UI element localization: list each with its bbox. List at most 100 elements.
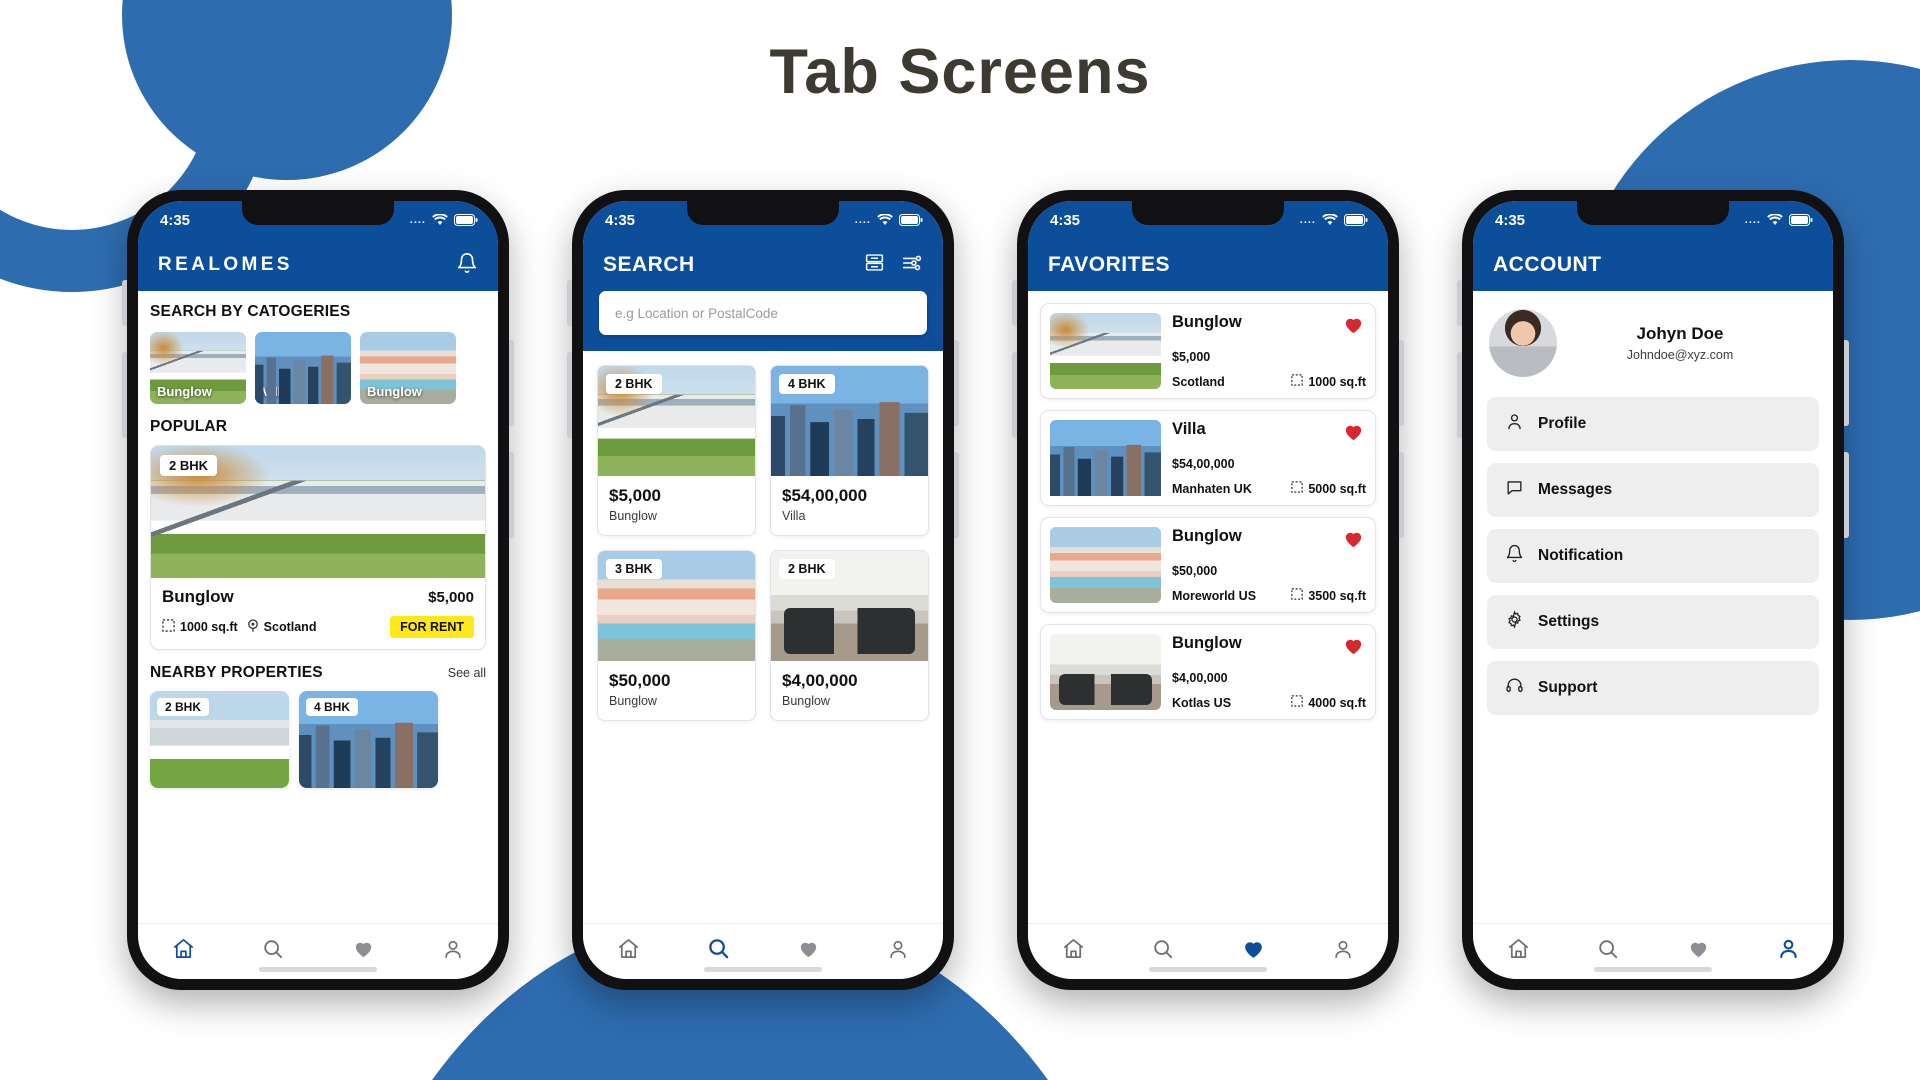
nav-search-icon[interactable] xyxy=(697,931,739,967)
search-result-card-3[interactable]: 2 BHK $4,00,000 Bunglow xyxy=(770,550,929,721)
nav-account-icon[interactable] xyxy=(1322,931,1364,967)
nav-favorites-icon[interactable] xyxy=(1677,931,1719,967)
heart-filled-icon[interactable] xyxy=(1341,527,1366,555)
property-image xyxy=(1050,634,1161,710)
app-bar-account: ACCOUNT xyxy=(1473,239,1833,291)
heart-filled-icon[interactable] xyxy=(1341,634,1366,662)
menu-item-settings[interactable]: Settings xyxy=(1487,595,1819,649)
menu-item-support[interactable]: Support xyxy=(1487,661,1819,715)
menu-item-profile[interactable]: Profile xyxy=(1487,397,1819,451)
wifi-icon xyxy=(432,214,448,226)
property-location: Scotland xyxy=(247,618,316,636)
heart-filled-icon[interactable] xyxy=(1341,313,1366,341)
heart-filled-icon[interactable] xyxy=(1341,420,1366,448)
popular-property-image: 2 BHK xyxy=(151,446,485,578)
wifi-icon xyxy=(1767,214,1783,226)
account-header: Johyn Doe Johndoe@xyz.com xyxy=(1473,291,1833,393)
filter-sliders-icon[interactable] xyxy=(901,252,923,279)
chat-bubble-icon xyxy=(1505,478,1524,502)
popular-title: POPULAR xyxy=(150,418,228,435)
nav-favorites-icon[interactable] xyxy=(787,931,829,967)
wifi-icon xyxy=(877,214,893,226)
see-all-link[interactable]: See all xyxy=(448,666,486,680)
categories-row: Bunglow Villa Bunglow xyxy=(150,332,486,404)
search-result-card-2[interactable]: 3 BHK $50,000 Bunglow xyxy=(597,550,756,721)
property-area: 5000 sq.ft xyxy=(1291,481,1366,496)
property-location: Manhaten UK xyxy=(1172,481,1252,496)
nav-search-icon[interactable] xyxy=(252,931,294,967)
signal-icon: .... xyxy=(1299,214,1316,226)
avatar[interactable] xyxy=(1489,309,1557,377)
property-name: Bunglow xyxy=(1172,634,1242,652)
gear-icon xyxy=(1505,610,1524,634)
menu-label: Messages xyxy=(1538,481,1613,498)
phone-notch xyxy=(1132,201,1284,225)
home-indicator xyxy=(1149,967,1267,972)
category-card-2[interactable]: Bunglow xyxy=(360,332,456,404)
search-result-card-1[interactable]: 4 BHK $54,00,000 Villa xyxy=(770,365,929,536)
nav-account-icon[interactable] xyxy=(432,931,474,967)
property-price: $5,000 xyxy=(1172,350,1211,364)
property-image: 3 BHK xyxy=(598,551,755,661)
property-image xyxy=(1050,420,1161,496)
wifi-icon xyxy=(1322,214,1338,226)
nav-favorites-icon[interactable] xyxy=(342,931,384,967)
nav-home-icon[interactable] xyxy=(162,931,204,967)
favorite-item-0[interactable]: Bunglow $5,000 Scotland 1000 sq.ft xyxy=(1040,303,1376,399)
account-menu: Profile Messages Notification Settings S… xyxy=(1473,393,1833,715)
nearby-card-0[interactable]: 2 BHK xyxy=(150,691,289,788)
property-location: Scotland xyxy=(1172,374,1225,389)
bhk-badge: 4 BHK xyxy=(306,698,359,716)
home-body: SEARCH BY CATOGERIES Bunglow Villa Bungl… xyxy=(138,291,498,923)
signal-icon: .... xyxy=(409,214,426,226)
screen-search: 4:35 .... SEARCH e.g Location or PostalC… xyxy=(583,201,943,979)
status-badge: FOR RENT xyxy=(390,616,474,638)
favorites-list: Bunglow $5,000 Scotland 1000 sq.ft Villa… xyxy=(1028,291,1388,720)
nav-home-icon[interactable] xyxy=(1052,931,1094,967)
area-icon xyxy=(1291,481,1304,496)
nav-home-icon[interactable] xyxy=(1497,931,1539,967)
signal-icon: .... xyxy=(1744,214,1761,226)
favorite-item-3[interactable]: Bunglow $4,00,000 Kotlas US 4000 sq.ft xyxy=(1040,624,1376,720)
property-image xyxy=(1050,527,1161,603)
search-input[interactable] xyxy=(599,291,927,335)
nearby-card-1[interactable]: 4 BHK xyxy=(299,691,438,788)
bhk-badge: 3 BHK xyxy=(606,559,662,579)
nav-favorites-icon[interactable] xyxy=(1232,931,1274,967)
battery-icon xyxy=(1789,214,1813,226)
search-result-card-0[interactable]: 2 BHK $5,000 Bunglow xyxy=(597,365,756,536)
search-body: 2 BHK $5,000 Bunglow 4 BHK $54,00,000 Vi… xyxy=(583,351,943,923)
menu-item-notification[interactable]: Notification xyxy=(1487,529,1819,583)
bhk-badge: 2 BHK xyxy=(779,559,835,579)
user-icon xyxy=(1505,412,1524,436)
bhk-badge: 4 BHK xyxy=(779,374,835,394)
category-card-1[interactable]: Villa xyxy=(255,332,351,404)
area-value: 5000 sq.ft xyxy=(1308,481,1366,496)
favorite-item-1[interactable]: Villa $54,00,000 Manhaten UK 5000 sq.ft xyxy=(1040,410,1376,506)
nav-account-icon[interactable] xyxy=(1767,931,1809,967)
nav-home-icon[interactable] xyxy=(607,931,649,967)
category-label: Villa xyxy=(262,384,289,399)
phone-notch xyxy=(242,201,394,225)
bell-icon[interactable] xyxy=(456,252,478,279)
property-name: Bunglow xyxy=(609,509,657,523)
app-bar-favorites: FAVORITES xyxy=(1028,239,1388,291)
nav-search-icon[interactable] xyxy=(1587,931,1629,967)
bell-icon xyxy=(1505,544,1524,568)
popular-property-card[interactable]: 2 BHK Bunglow $5,000 1000 sq.ft Scotland… xyxy=(150,445,486,650)
property-price: $5,000 xyxy=(609,486,661,505)
property-price: $4,00,000 xyxy=(1172,671,1228,685)
area-icon xyxy=(1291,588,1304,603)
menu-item-messages[interactable]: Messages xyxy=(1487,463,1819,517)
list-view-icon[interactable] xyxy=(864,252,885,278)
menu-label: Profile xyxy=(1538,415,1587,432)
category-card-0[interactable]: Bunglow xyxy=(150,332,246,404)
favorite-item-2[interactable]: Bunglow $50,000 Moreworld US 3500 sq.ft xyxy=(1040,517,1376,613)
nearby-row: 2 BHK 4 BHK xyxy=(150,691,486,788)
menu-label: Support xyxy=(1538,679,1598,696)
property-price: $54,00,000 xyxy=(782,486,868,505)
nav-search-icon[interactable] xyxy=(1142,931,1184,967)
categories-title: SEARCH BY CATOGERIES xyxy=(150,303,351,320)
phone-notch xyxy=(1577,201,1729,225)
nav-account-icon[interactable] xyxy=(877,931,919,967)
